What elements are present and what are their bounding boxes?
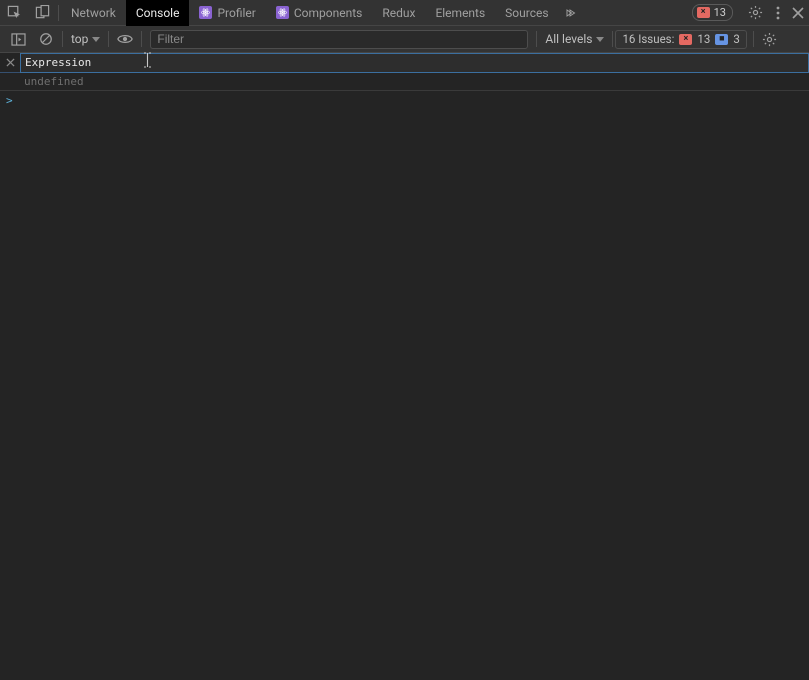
console-settings-gear-icon[interactable] [756,26,784,52]
tab-redux[interactable]: Redux [372,0,425,26]
divider [58,5,59,21]
divider [536,31,537,47]
divider [141,31,142,47]
tab-label: Profiler [217,6,255,20]
tab-components[interactable]: Components [266,0,373,26]
error-icon: × [697,7,710,18]
live-expression-input[interactable] [20,53,809,73]
toggle-sidebar-icon[interactable] [4,26,32,52]
react-icon [199,6,212,19]
console-toolbar: top All levels 16 Issues: × 13 ■ 3 [0,26,809,53]
live-expression-row [0,53,809,73]
tab-network[interactable]: Network [61,0,126,26]
error-count: 13 [714,6,726,19]
log-levels-picker[interactable]: All levels [539,32,610,46]
live-expression-eye-icon[interactable] [111,26,139,52]
context-label: top [71,32,88,46]
live-expression-result: undefined [0,73,809,91]
react-icon [276,6,289,19]
settings-gear-icon[interactable] [741,0,769,26]
close-icon[interactable] [0,53,20,73]
console-filter-input[interactable] [150,30,528,49]
result-value: undefined [24,75,84,88]
tab-console[interactable]: Console [126,0,190,26]
error-count-pill[interactable]: × 13 [692,4,733,21]
issues-info-count: 3 [733,32,739,46]
chevron-down-icon [596,37,604,42]
tab-label: Network [71,6,116,20]
tab-label: Console [136,6,180,20]
more-tabs-icon[interactable] [559,0,581,26]
tab-profiler[interactable]: Profiler [189,0,265,26]
tab-label: Elements [435,6,485,20]
clear-console-icon[interactable] [32,26,60,52]
execution-context-picker[interactable]: top [65,32,106,46]
tabbar-right: × 13 [692,0,809,25]
inspect-element-icon[interactable] [0,0,28,26]
tab-label: Components [294,6,363,20]
tabbar-left: Network Console Profiler Components Redu… [0,0,581,25]
issues-label: 16 Issues: [622,32,674,46]
tab-label: Redux [382,6,415,20]
tab-elements[interactable]: Elements [425,0,495,26]
tab-label: Sources [505,6,548,20]
devtools-tabbar: Network Console Profiler Components Redu… [0,0,809,26]
issues-error-count: 13 [697,32,710,46]
console-body[interactable]: > [0,91,809,680]
divider [753,31,754,47]
device-toolbar-icon[interactable] [28,0,56,26]
prompt-caret-icon: > [6,94,13,107]
divider [62,31,63,47]
console-prompt[interactable]: > [0,91,809,109]
issues-pill[interactable]: 16 Issues: × 13 ■ 3 [615,30,746,49]
tab-sources[interactable]: Sources [495,0,558,26]
error-icon: × [679,34,692,45]
close-devtools-icon[interactable] [787,0,809,26]
kebab-menu-icon[interactable] [769,0,787,26]
chevron-down-icon [92,37,100,42]
divider [108,31,109,47]
levels-label: All levels [545,32,592,46]
divider [612,31,613,47]
info-icon: ■ [715,34,728,45]
